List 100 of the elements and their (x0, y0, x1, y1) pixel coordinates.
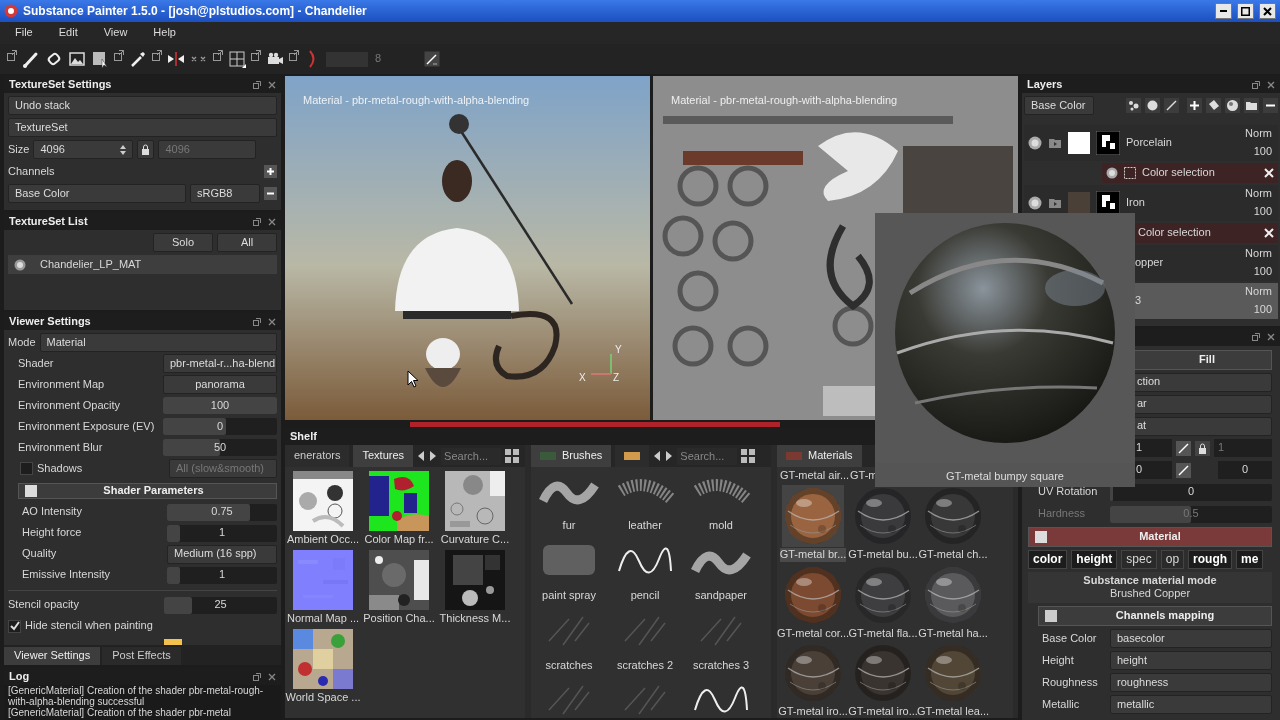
slider[interactable]: 50 (163, 439, 277, 456)
remove-icon[interactable] (1263, 98, 1278, 113)
setting-label: Height force (22, 526, 83, 541)
menu-item[interactable]: View (90, 26, 141, 40)
material-item[interactable]: GT-metal iro... (850, 642, 916, 718)
tab[interactable]: Textures (353, 445, 414, 467)
effect-row[interactable]: Color selection (1102, 163, 1278, 183)
search-field[interactable]: Search... (677, 447, 738, 465)
search-field[interactable]: Search... (441, 447, 502, 465)
next-icon[interactable] (665, 450, 674, 462)
tab[interactable]: Viewer Settings (4, 647, 101, 665)
format-dropdown[interactable]: sRGB8 (190, 184, 260, 203)
spray-icon[interactable] (1126, 98, 1141, 113)
undo-stack-button[interactable]: Undo stack (8, 96, 277, 115)
maximize-button[interactable] (1237, 3, 1254, 19)
undock-icon[interactable] (1252, 80, 1260, 89)
channel-field[interactable]: Base Color (8, 184, 186, 203)
mapping-dropdown[interactable]: height (1110, 651, 1272, 671)
next-icon[interactable] (429, 450, 438, 462)
lock-icon[interactable] (1195, 440, 1210, 456)
mapping-dropdown[interactable]: metallic (1110, 695, 1272, 715)
toggle-square-icon[interactable] (1035, 530, 1047, 543)
tab[interactable]: Post Effects (102, 647, 181, 665)
undock-icon[interactable] (253, 217, 261, 226)
bucket-icon[interactable] (1206, 98, 1221, 113)
lock-button[interactable] (137, 140, 155, 159)
toggle-square-icon[interactable] (25, 484, 37, 497)
channel-toggle[interactable]: color (1028, 549, 1068, 569)
add-icon[interactable] (1187, 98, 1202, 113)
menu-item[interactable]: File (2, 26, 46, 40)
map-button[interactable]: panorama (163, 375, 277, 394)
dropdown[interactable]: Medium (16 spp) (167, 544, 277, 564)
symmetry-icon[interactable] (166, 49, 186, 69)
grid-icon[interactable] (227, 49, 247, 69)
selection-icon[interactable] (90, 49, 110, 69)
setting-label: Emissive Intensity (22, 568, 112, 583)
mapping-dropdown[interactable]: roughness (1110, 673, 1272, 693)
undock-icon[interactable] (253, 80, 261, 89)
slider[interactable]: 100 (163, 397, 277, 414)
visibility-icon[interactable] (1028, 136, 1042, 150)
slider[interactable]: 1 (167, 524, 277, 542)
previous-icon[interactable] (653, 450, 662, 462)
material-item[interactable]: GT-metal fla... (850, 563, 916, 641)
channel-toggle[interactable]: op (1160, 549, 1185, 569)
slider[interactable]: 0.75 (167, 503, 277, 521)
channel-toggle[interactable]: height (1071, 549, 1118, 569)
tab[interactable]: Materials (777, 445, 862, 467)
material-item[interactable]: GT-metal bu... (850, 484, 916, 562)
material-item[interactable]: GT-metal ha... (920, 563, 986, 641)
channel-toggle[interactable]: spec (1121, 549, 1157, 569)
slider[interactable]: 1 (167, 566, 277, 584)
mode-value[interactable]: Brushed Copper (1109, 587, 1191, 602)
mode-dropdown[interactable]: Material (39, 333, 277, 352)
number-field[interactable]: 1 (1132, 439, 1172, 458)
folder-icon (1048, 137, 1062, 149)
material-item[interactable]: GT-metal ch... (920, 484, 986, 562)
menu-item[interactable]: Edit (45, 26, 91, 40)
undock-icon[interactable] (253, 317, 261, 326)
textureset-button[interactable]: TextureSet (8, 118, 277, 137)
undock-icon[interactable] (253, 672, 261, 681)
channel-toggle[interactable]: me (1236, 549, 1264, 569)
slider[interactable]: 25 (164, 596, 277, 614)
minimize-button[interactable] (1215, 3, 1232, 19)
channel-toggle[interactable]: rough (1188, 549, 1233, 569)
toolbar-button[interactable]: Solo (153, 233, 213, 252)
folder-icon[interactable] (1244, 98, 1259, 113)
tab[interactable] (615, 445, 650, 467)
circle-icon[interactable] (1145, 98, 1160, 113)
grid-view-icon[interactable] (505, 449, 520, 463)
remove-icon[interactable] (264, 187, 277, 200)
tab[interactable]: Brushes (531, 445, 612, 467)
undock-icon[interactable] (1252, 333, 1260, 342)
channel-dropdown[interactable]: Base Color (1024, 96, 1094, 115)
toggle-square-icon[interactable] (1045, 610, 1057, 623)
number-field[interactable]: 0 (1218, 461, 1272, 480)
image-icon[interactable] (67, 49, 87, 69)
dropdown[interactable]: pbr-metal-r...ha-blend (163, 354, 277, 373)
number-field[interactable]: 0 (1132, 461, 1172, 480)
grid-view-icon[interactable] (741, 449, 756, 463)
add-icon[interactable] (264, 165, 277, 178)
pen-icon[interactable] (1164, 98, 1179, 113)
visibility-icon[interactable] (1106, 167, 1118, 179)
material-item[interactable]: GT-metal br... (780, 484, 846, 562)
toolbar-button[interactable]: All (217, 233, 277, 252)
edit-icon[interactable] (1176, 440, 1191, 456)
slider[interactable]: 0 (163, 418, 277, 435)
pen-icon[interactable] (424, 51, 441, 67)
close-button[interactable] (1259, 3, 1276, 19)
slider[interactable]: 0 (1110, 483, 1272, 501)
blend-mode: Norm (1245, 285, 1272, 299)
tab[interactable]: enerators (285, 445, 350, 467)
mapping-dropdown[interactable]: basecolor (1110, 629, 1272, 649)
edit-icon[interactable] (1176, 462, 1191, 478)
visibility-icon[interactable] (1028, 196, 1042, 210)
checkbox[interactable] (8, 619, 21, 633)
list-item[interactable]: Chandelier_LP_MAT (8, 255, 277, 274)
sphere-icon[interactable] (1225, 98, 1240, 113)
menu-item[interactable]: Help (140, 26, 189, 40)
previous-icon[interactable] (417, 450, 426, 462)
size-dropdown[interactable]: 4096 (33, 140, 134, 159)
